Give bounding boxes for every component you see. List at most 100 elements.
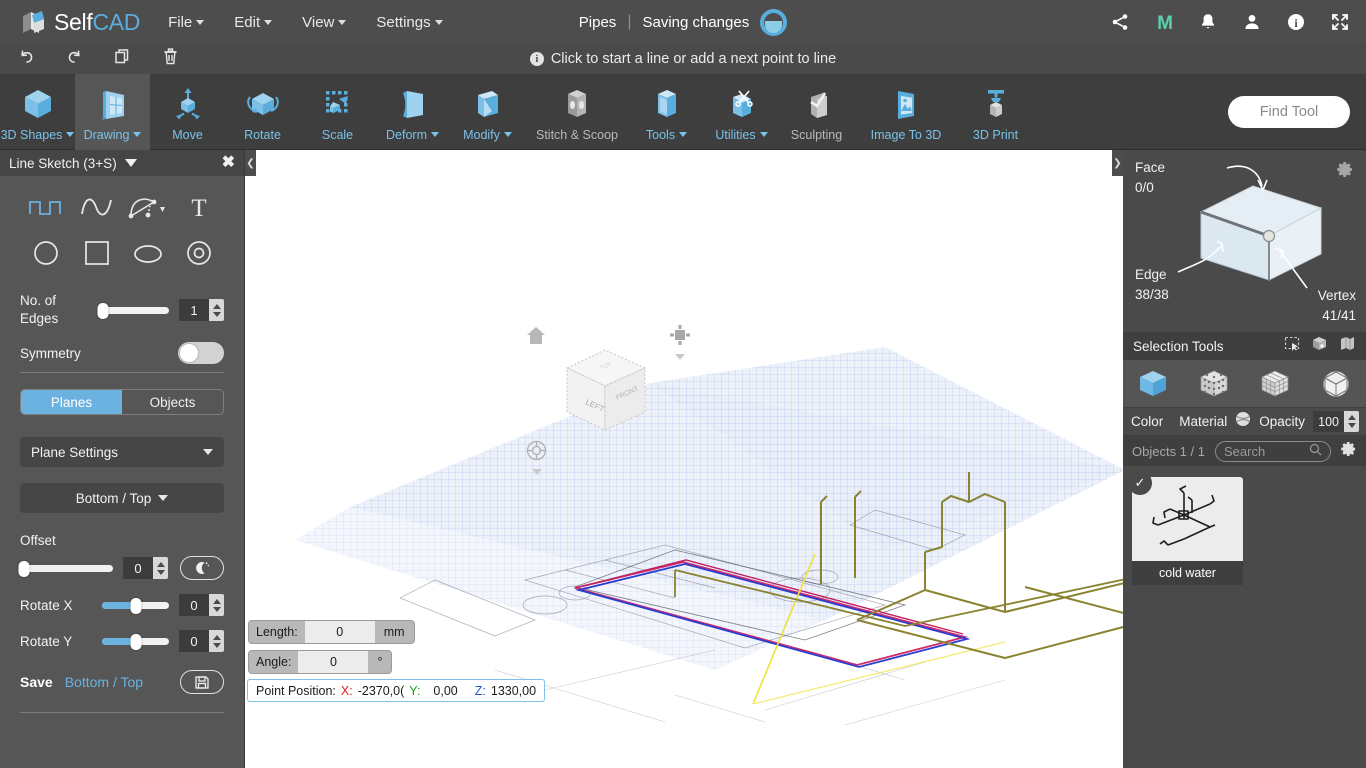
box-select-icon[interactable] xyxy=(1311,336,1328,357)
offset-stepper[interactable] xyxy=(123,557,168,579)
search-input[interactable]: Search xyxy=(1215,441,1331,462)
stepper-arrows[interactable] xyxy=(209,299,224,321)
length-readout[interactable]: Length: 0 mm xyxy=(248,620,415,644)
share-icon[interactable] xyxy=(1110,12,1130,32)
arc-tool-icon[interactable] xyxy=(126,190,170,224)
point-position-y-value[interactable]: 0,00 xyxy=(433,684,457,698)
ribbon-tab-scale[interactable]: Scale xyxy=(300,74,375,150)
square-tool-icon[interactable] xyxy=(75,236,119,270)
close-icon[interactable]: ✖ xyxy=(222,155,235,171)
opacity-stepper[interactable] xyxy=(1313,411,1359,432)
chevron-down-icon[interactable] xyxy=(125,159,137,167)
ribbon-tab-stitch-scoop[interactable]: Stitch & Scoop xyxy=(525,74,629,150)
orbit-icon[interactable] xyxy=(526,440,547,475)
stepper-arrows[interactable] xyxy=(209,630,224,652)
mod-logo-icon[interactable]: M xyxy=(1154,12,1174,32)
symmetry-toggle[interactable] xyxy=(178,342,224,364)
collapse-left-panel-button[interactable]: ❮ xyxy=(245,150,256,176)
no-of-edges-input[interactable] xyxy=(179,299,209,321)
chevron-down-icon[interactable] xyxy=(532,469,542,475)
plane-select-dropdown[interactable]: Bottom / Top xyxy=(20,483,224,513)
ribbon-tab-3d-print[interactable]: 3D Print xyxy=(958,74,1033,150)
material-sphere-icon[interactable] xyxy=(1235,411,1251,432)
rotate-x-slider[interactable] xyxy=(102,600,169,610)
donut-tool-icon[interactable] xyxy=(177,236,221,270)
grid-view-icon[interactable] xyxy=(669,324,691,360)
ribbon-tab-sculpting[interactable]: Sculpting xyxy=(779,74,854,150)
fullscreen-icon[interactable] xyxy=(1330,12,1350,32)
edge-select-mode-icon[interactable] xyxy=(1319,368,1353,400)
chevron-down-icon[interactable] xyxy=(675,354,685,360)
stepper-arrows[interactable] xyxy=(153,557,168,579)
slider-handle[interactable] xyxy=(130,598,141,614)
curve-tool-icon[interactable] xyxy=(75,190,119,224)
menu-settings[interactable]: Settings xyxy=(376,14,442,31)
home-icon[interactable] xyxy=(526,326,546,350)
save-disk-icon[interactable] xyxy=(180,670,224,694)
rotate-x-input[interactable] xyxy=(179,594,209,616)
point-position-z-value[interactable]: 1330,00 xyxy=(491,684,536,698)
ellipse-tool-icon[interactable] xyxy=(126,236,170,270)
angle-readout[interactable]: Angle: 0 ° xyxy=(248,650,392,674)
tab-planes[interactable]: Planes xyxy=(21,390,122,414)
ribbon-tab-rotate[interactable]: Rotate xyxy=(225,74,300,150)
redo-icon[interactable] xyxy=(65,47,84,71)
slider-handle[interactable] xyxy=(130,634,141,650)
rectangle-select-icon[interactable] xyxy=(1284,336,1300,357)
polyline-tool-icon[interactable] xyxy=(24,190,68,224)
object-select-mode-icon[interactable] xyxy=(1136,368,1170,400)
face-select-mode-icon[interactable] xyxy=(1258,368,1292,400)
rotate-y-stepper[interactable] xyxy=(179,630,224,652)
ribbon-tab-3d-shapes[interactable]: 3D Shapes xyxy=(0,74,75,150)
rotate-y-input[interactable] xyxy=(179,630,209,652)
menu-view[interactable]: View xyxy=(302,14,346,31)
night-mode-icon[interactable] xyxy=(180,556,224,580)
opacity-input[interactable] xyxy=(1313,411,1344,432)
offset-slider[interactable] xyxy=(20,563,113,573)
save-target-link[interactable]: Bottom / Top xyxy=(65,674,143,690)
rotate-y-slider[interactable] xyxy=(102,636,169,646)
notifications-bell-icon[interactable] xyxy=(1198,12,1218,32)
plane-settings-dropdown[interactable]: Plane Settings xyxy=(20,437,224,467)
ribbon-tab-drawing[interactable]: Drawing xyxy=(75,74,150,150)
offset-input[interactable] xyxy=(123,557,153,579)
user-account-icon[interactable] xyxy=(1242,12,1262,32)
stepper-arrows[interactable] xyxy=(1344,411,1359,432)
point-position-readout[interactable]: Point Position: X: -2370,0( Y: 0,00 Z: 1… xyxy=(247,679,545,702)
ribbon-tab-move[interactable]: Move xyxy=(150,74,225,150)
list-item[interactable]: ✓ xyxy=(1132,477,1243,585)
rotate-x-stepper[interactable] xyxy=(179,594,224,616)
navigation-cube[interactable]: LEFT FRONT TOP xyxy=(557,342,653,443)
duplicate-icon[interactable] xyxy=(113,47,132,71)
stepper-arrows[interactable] xyxy=(209,594,224,616)
object-selected-check-icon[interactable]: ✓ xyxy=(1128,471,1152,495)
ribbon-tab-image-to-3d[interactable]: Image To 3D xyxy=(854,74,958,150)
ribbon-tab-deform[interactable]: Deform xyxy=(375,74,450,150)
slider-handle[interactable] xyxy=(97,303,108,319)
delete-icon[interactable] xyxy=(161,47,180,71)
left-panel-title-group[interactable]: Line Sketch (3+S) xyxy=(9,156,137,171)
no-of-edges-slider[interactable] xyxy=(100,305,169,315)
lasso-select-icon[interactable] xyxy=(1339,336,1356,357)
no-of-edges-stepper[interactable] xyxy=(179,299,224,321)
point-position-x-value[interactable]: -2370,0( xyxy=(358,684,405,698)
menu-edit[interactable]: Edit xyxy=(234,14,272,31)
angle-value[interactable]: 0 xyxy=(298,651,368,673)
ribbon-tab-tools[interactable]: Tools xyxy=(629,74,704,150)
find-tool-input[interactable]: Find Tool xyxy=(1228,96,1350,128)
undo-icon[interactable] xyxy=(17,47,36,71)
collapse-right-panel-button[interactable]: ❯ xyxy=(1112,150,1123,176)
slider-handle[interactable] xyxy=(18,561,29,577)
menu-file[interactable]: File xyxy=(168,14,204,31)
vertex-select-mode-icon[interactable] xyxy=(1197,368,1231,400)
ribbon-tab-utilities[interactable]: Utilities xyxy=(704,74,779,150)
length-value[interactable]: 0 xyxy=(305,621,375,643)
info-icon[interactable]: i xyxy=(1286,12,1306,32)
circle-tool-icon[interactable] xyxy=(24,236,68,270)
selfcad-logo[interactable]: SelfCAD xyxy=(20,9,140,36)
text-tool-icon[interactable]: T xyxy=(177,190,221,224)
ribbon-tab-modify[interactable]: Modify xyxy=(450,74,525,150)
tab-objects[interactable]: Objects xyxy=(122,390,223,414)
3d-viewport[interactable]: LEFT FRONT TOP Length: 0 mm Angle: 0 ° Y… xyxy=(245,150,1123,768)
objects-settings-gear-icon[interactable] xyxy=(1341,441,1357,462)
